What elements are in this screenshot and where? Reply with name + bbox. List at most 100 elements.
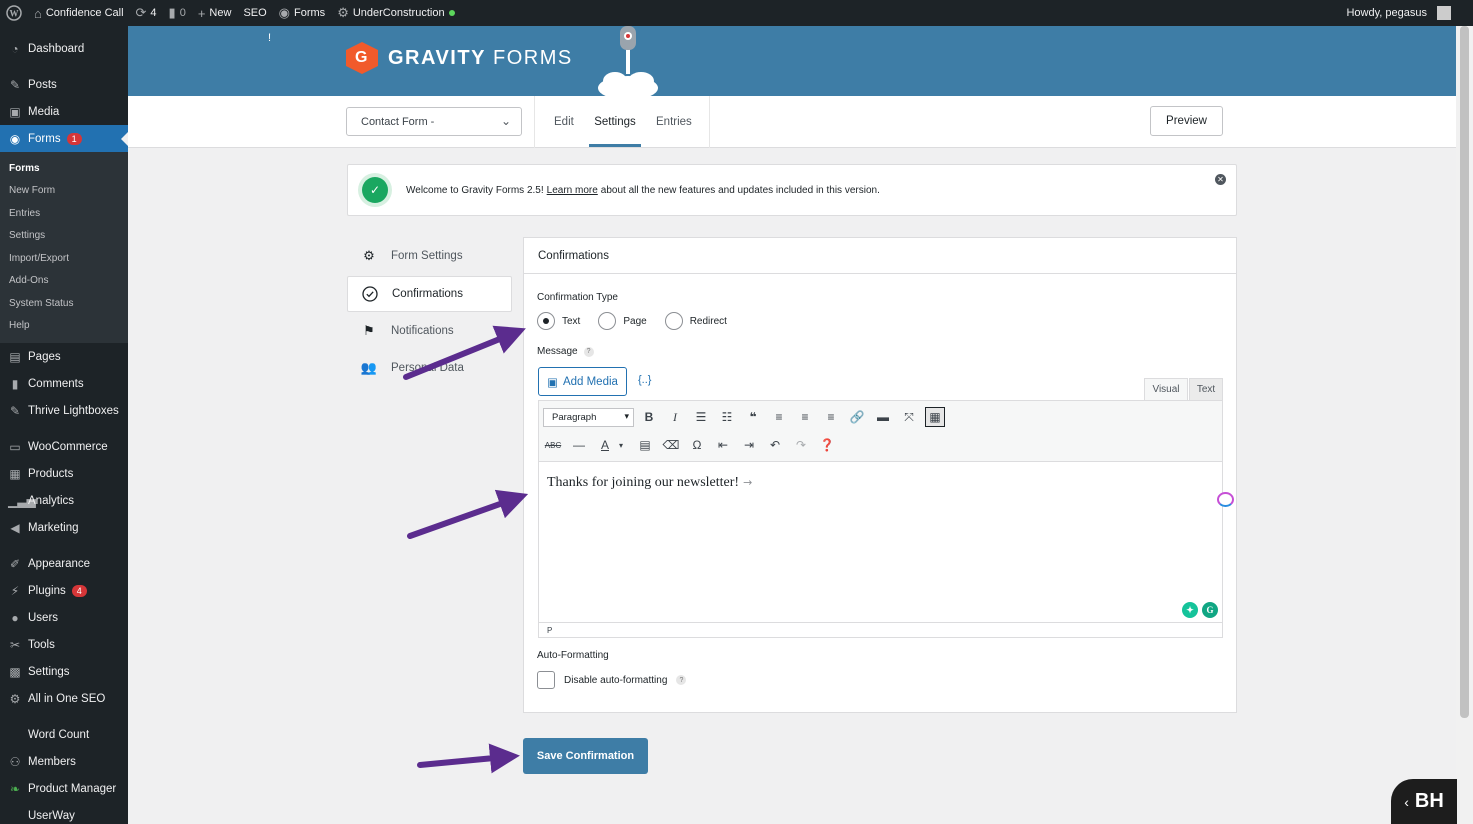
fullscreen-icon[interactable]: ⤧ (899, 407, 919, 427)
submenu-system-status[interactable]: System Status (0, 292, 128, 315)
sidebar-item-product-manager[interactable]: ❧ Product Manager (0, 775, 128, 802)
align-center-icon[interactable]: ≡ (795, 407, 815, 427)
bh-badge[interactable]: ‹ BH (1391, 779, 1457, 824)
submenu-forms[interactable]: Forms (0, 157, 128, 180)
radio-text[interactable]: Text (537, 312, 580, 330)
settings-nav-personal-data[interactable]: 👥 Personal Data (347, 350, 512, 386)
bold-icon[interactable]: B (639, 407, 659, 427)
sidebar-item-tools[interactable]: ✂ Tools (0, 631, 128, 658)
admin-bar-account[interactable]: Howdy, pegasus (1340, 0, 1473, 26)
admin-bar-seo[interactable]: SEO (237, 0, 272, 26)
sidebar-item-pages[interactable]: ▤ Pages (0, 343, 128, 370)
submenu-add-ons[interactable]: Add-Ons (0, 270, 128, 293)
sidebar-item-forms[interactable]: ◉ Forms 1 (0, 125, 128, 152)
radio-page[interactable]: Page (598, 312, 647, 330)
toolbar-toggle-icon[interactable]: ▦ (925, 407, 945, 427)
paste-text-icon[interactable]: ▤ (635, 435, 655, 455)
sidebar-item-plugins[interactable]: ⚡ Plugins 4 (0, 577, 128, 604)
forms-icon: ◉ (278, 5, 291, 20)
chevron-down-icon[interactable]: ▾ (611, 435, 631, 455)
sidebar-item-media[interactable]: ▣ Media (0, 98, 128, 125)
tab-entries[interactable]: Entries (656, 96, 692, 148)
preview-button[interactable]: Preview (1150, 106, 1223, 136)
scrollbar-thumb[interactable] (1460, 26, 1469, 718)
sidebar-item-appearance[interactable]: ✐ Appearance (0, 550, 128, 577)
woo-icon: ▭ (9, 439, 21, 454)
tab-text[interactable]: Text (1189, 378, 1223, 400)
numbered-list-icon[interactable]: ☷ (717, 407, 737, 427)
submenu-new-form[interactable]: New Form (0, 180, 128, 203)
tab-edit[interactable]: Edit (554, 96, 574, 148)
scrollbar[interactable] (1456, 26, 1473, 824)
submenu-import-export[interactable]: Import/Export (0, 247, 128, 270)
submenu-help[interactable]: Help (0, 315, 128, 338)
assistant-bubble-icon[interactable] (1217, 492, 1234, 507)
pin-icon: ✎ (9, 403, 21, 418)
admin-bar-new[interactable]: + New (192, 0, 238, 26)
gear-icon: ⚙ (363, 248, 375, 263)
submenu-settings[interactable]: Settings (0, 225, 128, 248)
bulb-icon[interactable]: ✦ (1182, 602, 1198, 618)
horizontal-line-icon[interactable]: — (569, 435, 589, 455)
sidebar-item-userway[interactable]: UserWay (0, 802, 128, 824)
sidebar-item-settings[interactable]: ▩ Settings (0, 658, 128, 685)
sidebar-item-comments[interactable]: ▮ Comments (0, 370, 128, 397)
italic-icon[interactable]: I (665, 407, 685, 427)
align-right-icon[interactable]: ≡ (821, 407, 841, 427)
pages-icon: ▤ (9, 349, 21, 364)
undo-icon[interactable]: ↶ (765, 435, 785, 455)
admin-bar-updates[interactable]: ⟳ 4 (130, 0, 163, 26)
link-icon[interactable]: 🔗 (847, 407, 867, 427)
tab-settings[interactable]: Settings (589, 96, 641, 147)
format-select[interactable]: Paragraph (543, 408, 634, 427)
sidebar-item-woocommerce[interactable]: ▭ WooCommerce (0, 433, 128, 460)
sidebar-item-marketing[interactable]: ◀ Marketing (0, 514, 128, 541)
clear-formatting-icon[interactable]: ⌫ (661, 435, 681, 455)
merge-tag-button[interactable]: {..} (638, 374, 651, 386)
sidebar-item-dashboard[interactable]: ◔ Dashboard (0, 35, 128, 62)
indent-icon[interactable]: ⇥ (739, 435, 759, 455)
settings-nav-notifications[interactable]: ⚑ Notifications (347, 313, 512, 349)
close-icon[interactable]: ✕ (1215, 174, 1226, 185)
sidebar-item-analytics[interactable]: ▁▃▅ Analytics (0, 487, 128, 514)
bullet-list-icon[interactable]: ☰ (691, 407, 711, 427)
settings-nav-form-settings[interactable]: ⚙ Form Settings (347, 238, 512, 274)
sidebar-item-posts[interactable]: ✎ Posts (0, 71, 128, 98)
blockquote-icon[interactable]: ❝ (743, 407, 763, 427)
admin-bar-site[interactable]: ⌂ Confidence Call (28, 0, 130, 26)
settings-nav-confirmations[interactable]: Confirmations (347, 276, 512, 312)
align-left-icon[interactable]: ≡ (769, 407, 789, 427)
redo-icon[interactable]: ↷ (791, 435, 811, 455)
tab-visual[interactable]: Visual (1144, 378, 1188, 400)
outdent-icon[interactable]: ⇤ (713, 435, 733, 455)
admin-bar-status[interactable]: ⚙ UnderConstruction (331, 0, 460, 26)
form-selector[interactable]: Contact Form - ⌄ (346, 107, 522, 136)
help-icon[interactable]: ❓ (817, 435, 837, 455)
admin-bar-comments[interactable]: ▮ 0 (163, 0, 192, 26)
grammarly-icon[interactable]: G (1202, 602, 1218, 618)
sidebar-item-thrive-lightboxes[interactable]: ✎ Thrive Lightboxes (0, 397, 128, 424)
wordpress-logo-icon[interactable]: W (0, 0, 28, 26)
special-character-icon[interactable]: Ω (687, 435, 707, 455)
confirmations-panel: Confirmations Confirmation Type Text Pag… (523, 237, 1237, 713)
settings-icon: ▩ (9, 664, 21, 679)
chevron-left-icon: ‹ (1404, 793, 1409, 810)
sidebar-item-products[interactable]: ▦ Products (0, 460, 128, 487)
submenu-entries[interactable]: Entries (0, 202, 128, 225)
help-icon[interactable]: ? (676, 675, 687, 685)
read-more-icon[interactable]: ▬ (873, 407, 893, 427)
sidebar-item-word-count[interactable]: Word Count (0, 721, 128, 748)
radio-redirect[interactable]: Redirect (664, 312, 727, 330)
users-icon: 👥 (360, 360, 378, 375)
strikethrough-icon[interactable]: ABC (543, 435, 563, 455)
add-media-button[interactable]: ▣ Add Media (538, 367, 627, 396)
learn-more-link[interactable]: Learn more (547, 185, 598, 196)
disable-auto-formatting-checkbox[interactable] (537, 671, 555, 689)
save-confirmation-button[interactable]: Save Confirmation (523, 738, 648, 774)
admin-bar-forms[interactable]: ◉ Forms (273, 0, 332, 26)
editor-content[interactable]: Thanks for joining our newsletter! → ✦ G (539, 462, 1222, 622)
sidebar-item-all-in-one-seo[interactable]: ⚙ All in One SEO (0, 685, 128, 712)
sidebar-item-users[interactable]: ● Users (0, 604, 128, 631)
help-icon[interactable]: ? (583, 346, 594, 357)
sidebar-item-members[interactable]: ⚇ Members (0, 748, 128, 775)
